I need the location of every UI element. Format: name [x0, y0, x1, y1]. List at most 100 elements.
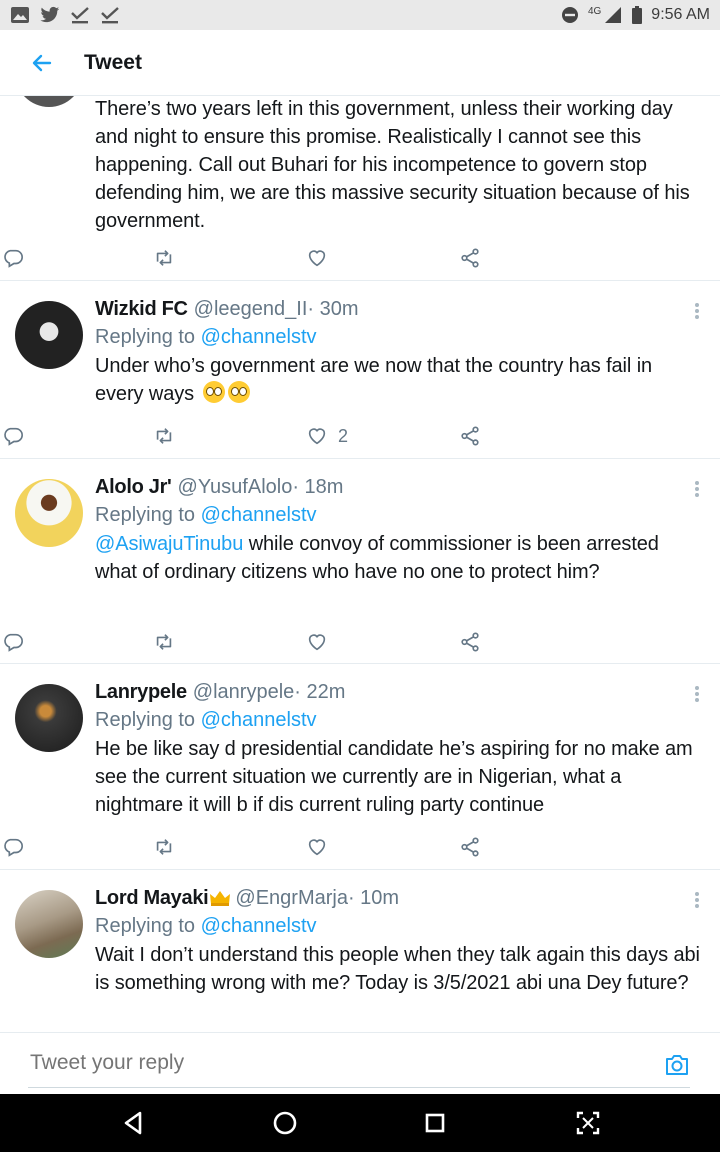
- share-button[interactable]: [459, 247, 481, 269]
- tweet[interactable]: Wizkid FC @leegend_II · 30m Replying to …: [0, 281, 720, 459]
- rolling-eyes-emoji: [202, 381, 225, 403]
- avatar[interactable]: [15, 479, 83, 547]
- avatar[interactable]: [15, 96, 83, 107]
- clock: 9:56 AM: [651, 6, 710, 23]
- replying-to-label: Replying to: [95, 326, 201, 348]
- reply-icon: [4, 427, 23, 446]
- retweet-icon: [156, 250, 172, 266]
- author-handle[interactable]: @YusufAlolo: [178, 473, 293, 501]
- more-options-icon[interactable]: [692, 301, 702, 321]
- nav-screenshot-button[interactable]: [573, 1108, 603, 1138]
- replying-to-link[interactable]: @channelstv: [201, 504, 317, 526]
- share-icon: [461, 632, 479, 652]
- share-button[interactable]: [459, 425, 481, 447]
- reply-input[interactable]: [30, 1051, 630, 1075]
- retweet-button[interactable]: [153, 836, 175, 858]
- replying-to-link[interactable]: @channelstv: [201, 915, 317, 937]
- replying-to: Replying to @channelstv: [95, 501, 700, 530]
- author-handle[interactable]: @leegend_II: [194, 295, 308, 323]
- share-icon: [461, 248, 479, 268]
- reply-icon: [4, 838, 23, 857]
- reply-icon: [4, 633, 23, 652]
- author-name[interactable]: Lanrypele: [95, 678, 187, 706]
- triangle-back-icon: [124, 1111, 142, 1135]
- mention-link[interactable]: @AsiwajuTinubu: [95, 533, 243, 555]
- retweet-button[interactable]: [153, 425, 175, 447]
- share-button[interactable]: [459, 631, 481, 653]
- reply-button[interactable]: [2, 425, 24, 447]
- like-button[interactable]: 2: [306, 425, 348, 447]
- arrow-left-icon: [32, 54, 52, 71]
- heart-icon: [308, 839, 326, 856]
- author-name[interactable]: Wizkid FC: [95, 295, 188, 323]
- replying-to-link[interactable]: @channelstv: [201, 326, 317, 348]
- status-bar: 4G 9:56 AM: [0, 0, 720, 30]
- author-name[interactable]: Lord Mayaki: [95, 884, 209, 912]
- avatar[interactable]: [15, 684, 83, 752]
- replying-to-link[interactable]: @channelstv: [201, 709, 317, 731]
- status-bar-notifications: [10, 6, 120, 24]
- more-options-icon[interactable]: [692, 890, 702, 910]
- reply-input-underline: [28, 1087, 690, 1088]
- tweet[interactable]: Alolo Jr' @YusufAlolo · 18m Replying to …: [0, 459, 720, 664]
- reply-button[interactable]: [2, 836, 24, 858]
- retweet-icon: [156, 428, 172, 444]
- do-not-disturb-icon: [560, 6, 580, 24]
- nav-recents-button[interactable]: [420, 1108, 450, 1138]
- retweet-button[interactable]: [153, 631, 175, 653]
- crown-icon: [210, 891, 231, 906]
- replying-to: Replying to @channelstv: [95, 706, 700, 735]
- signal-icon: [603, 6, 623, 24]
- share-icon: [461, 837, 479, 857]
- heart-icon: [308, 428, 326, 445]
- like-button[interactable]: [306, 631, 328, 653]
- replying-to-label: Replying to: [95, 504, 201, 526]
- camera-icon[interactable]: [664, 1053, 690, 1077]
- like-button[interactable]: [306, 247, 328, 269]
- author-name[interactable]: Alolo Jr': [95, 473, 172, 501]
- share-button[interactable]: [459, 836, 481, 858]
- twitter-icon: [40, 6, 60, 24]
- tweet[interactable]: Lord Mayaki @EngrMarja · 10m Replying to…: [0, 870, 720, 1032]
- reply-button[interactable]: [2, 247, 24, 269]
- tweet-time: · 10m: [347, 887, 400, 909]
- tweet-time: · 18m: [292, 476, 344, 498]
- nav-back-button[interactable]: [118, 1108, 148, 1138]
- download-done-icon: [70, 6, 90, 24]
- tweet-actions: [0, 824, 625, 874]
- more-options-icon[interactable]: [692, 684, 702, 704]
- back-button[interactable]: [0, 30, 84, 96]
- reply-bar: [0, 1032, 720, 1094]
- avatar[interactable]: [15, 890, 83, 958]
- replying-to: Replying to @channelstv: [95, 912, 700, 941]
- reply-icon: [4, 249, 23, 268]
- reply-feed[interactable]: There’s two years left in this governmen…: [0, 96, 720, 1032]
- more-options-icon[interactable]: [692, 479, 702, 499]
- tweet-actions: 2: [0, 413, 625, 463]
- retweet-button[interactable]: [153, 247, 175, 269]
- tweet-header: Alolo Jr' @YusufAlolo · 18m: [95, 473, 700, 501]
- tweet-header: Wizkid FC @leegend_II · 30m: [95, 295, 700, 323]
- author-handle[interactable]: @lanrypele: [193, 678, 294, 706]
- reply-button[interactable]: [2, 631, 24, 653]
- author-handle[interactable]: @EngrMarja: [235, 884, 348, 912]
- replying-to-label: Replying to: [95, 709, 201, 731]
- download-done-icon: [100, 6, 120, 24]
- page-title: Tweet: [84, 50, 142, 74]
- like-count: 2: [338, 425, 349, 446]
- tweet-actions: [0, 235, 625, 285]
- tweet-text-content: Under who’s government are we now that t…: [95, 355, 653, 405]
- tweet[interactable]: Lanrypele @lanrypele · 22m Replying to @…: [0, 664, 720, 870]
- tweet-actions: [0, 619, 625, 669]
- tweet[interactable]: There’s two years left in this governmen…: [0, 96, 720, 281]
- share-icon: [461, 426, 479, 446]
- tweet-text: There’s two years left in this governmen…: [95, 98, 690, 232]
- circle-home-icon: [273, 1111, 297, 1135]
- replying-to-label: Replying to: [95, 915, 201, 937]
- avatar[interactable]: [15, 301, 83, 369]
- app-header: Tweet: [0, 30, 720, 96]
- system-navigation-bar: [0, 1094, 720, 1152]
- nav-home-button[interactable]: [270, 1108, 300, 1138]
- like-button[interactable]: [306, 836, 328, 858]
- status-bar-system: 4G 9:56 AM: [560, 6, 710, 24]
